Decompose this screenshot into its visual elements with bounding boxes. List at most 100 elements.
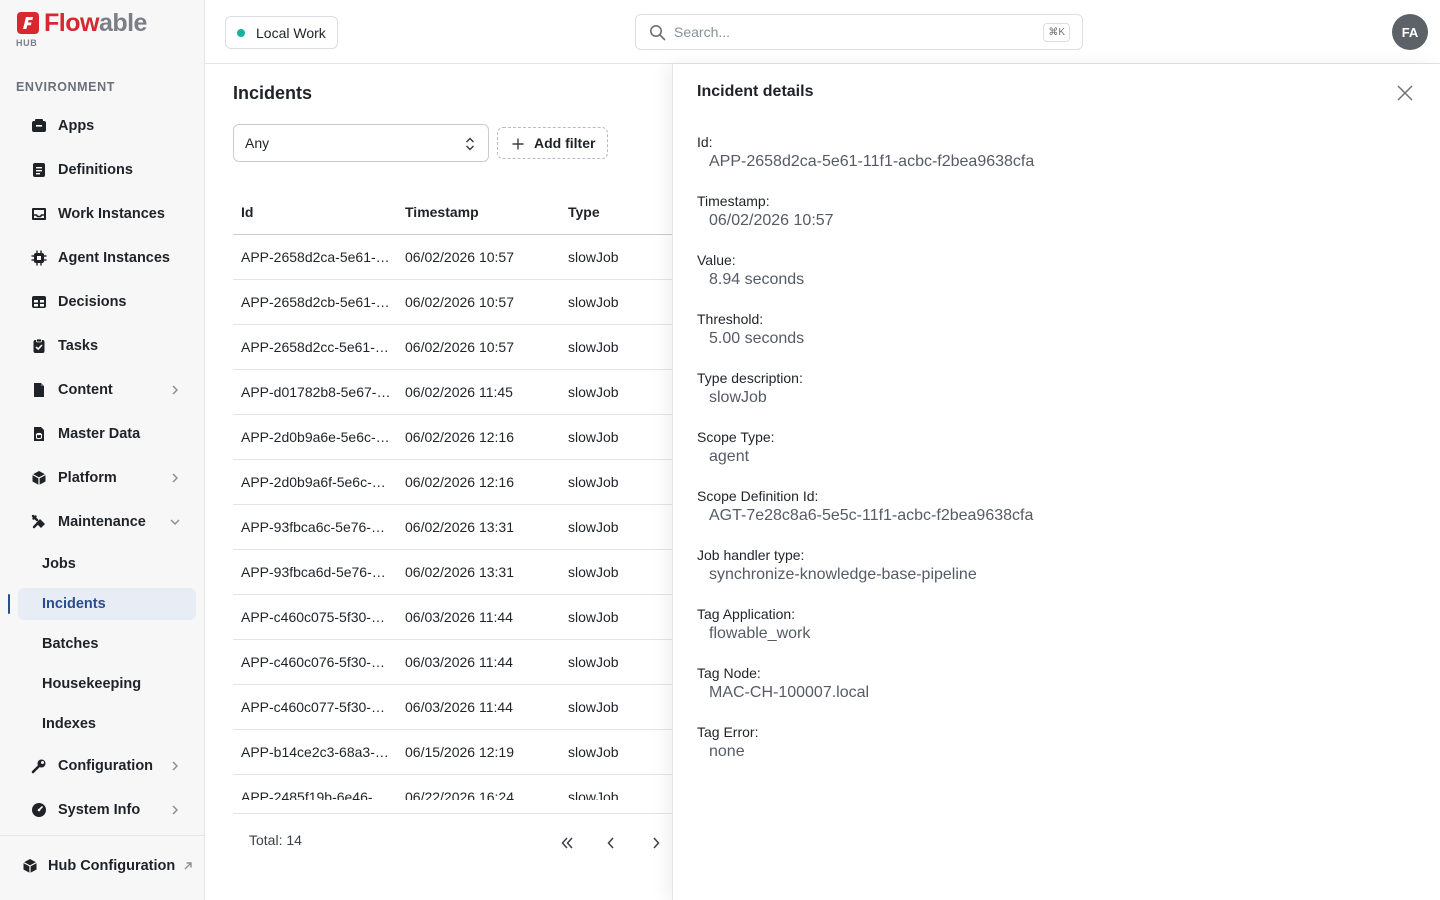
add-filter-button[interactable]: Add filter — [497, 127, 608, 159]
hub-configuration-link[interactable]: Hub Configuration — [22, 858, 192, 874]
table-row[interactable]: APP-2658d2cb-5e61-11f1-acbc-f2bea9638cfa… — [233, 280, 673, 325]
cell-timestamp: 06/02/2026 13:31 — [405, 519, 514, 535]
field-label: Id: — [697, 134, 713, 150]
wrench-icon — [31, 758, 47, 774]
table-row[interactable]: APP-2658d2ca-5e61-11f1-acbc-f2bea9638cfa… — [233, 235, 673, 280]
environment-selector[interactable]: Local Work — [225, 16, 338, 49]
sidebar-item-master-data[interactable]: Master Data — [18, 418, 196, 450]
pagination: Total: 14 — [233, 813, 673, 900]
brand-subtitle: HUB — [16, 38, 38, 48]
sidebar-item-apps[interactable]: Apps — [18, 110, 196, 142]
global-search[interactable]: ⌘K — [635, 14, 1083, 50]
sidebar-item-platform[interactable]: Platform — [18, 462, 196, 494]
cell-timestamp: 06/03/2026 11:44 — [405, 699, 513, 715]
cell-id: APP-d01782b8-5e67-11f1-acbc-f2bea9638cfa — [241, 384, 391, 400]
table-grid-icon — [31, 294, 47, 310]
field-label: Value: — [697, 252, 736, 268]
sidebar-subitem-incidents[interactable]: Incidents — [18, 588, 196, 620]
cell-type: slowJob — [568, 294, 619, 310]
cell-timestamp: 06/15/2026 12:19 — [405, 744, 514, 760]
cell-id: APP-2d0b9a6e-5e6c-11f1-acbc-f2bea9638cfa — [241, 429, 391, 445]
table-row[interactable]: APP-2d0b9a6f-5e6c-11f1-acbc-f2bea9638cfa… — [233, 460, 673, 505]
table-row[interactable]: APP-2d0b9a6e-5e6c-11f1-acbc-f2bea9638cfa… — [233, 415, 673, 460]
previous-page-icon[interactable] — [602, 834, 620, 852]
sidebar-item-tasks[interactable]: Tasks — [18, 330, 196, 362]
column-header-timestamp[interactable]: Timestamp — [405, 204, 555, 220]
field-value: agent — [709, 448, 750, 465]
sidebar-item-maintenance[interactable]: Maintenance — [18, 506, 196, 538]
field-label: Type description: — [697, 370, 803, 386]
cell-timestamp: 06/02/2026 11:45 — [405, 384, 513, 400]
sidebar-subitem-indexes[interactable]: Indexes — [18, 708, 196, 740]
next-page-icon[interactable] — [647, 834, 665, 852]
incident-details-panel: Incident details Id: APP-2658d2ca-5e61-1… — [672, 64, 1440, 900]
cell-timestamp: 06/02/2026 10:57 — [405, 249, 514, 265]
sidebar-item-decisions[interactable]: Decisions — [18, 286, 196, 318]
detail-field-job-handler-type: Job handler type: synchronize-knowledge-… — [697, 547, 1397, 584]
sidebar-item-definitions[interactable]: Definitions — [18, 154, 196, 186]
tools-icon — [31, 514, 47, 530]
table-row[interactable]: APP-d01782b8-5e67-11f1-acbc-f2bea9638cfa… — [233, 370, 673, 415]
sidebar-item-label: Content — [58, 382, 113, 398]
table-row[interactable]: APP-b14ce2c3-68a3-11f1-acbc-f2bea9638cfa… — [233, 730, 673, 775]
sidebar-item-system-info[interactable]: System Info — [18, 794, 196, 826]
field-value: 5.00 seconds — [709, 330, 805, 347]
sidebar-subitem-housekeeping[interactable]: Housekeeping — [18, 668, 196, 700]
environment-status-dot — [237, 29, 245, 37]
detail-field-tag-node: Tag Node: MAC-CH-100007.local — [697, 665, 1397, 702]
chip-icon — [31, 250, 47, 266]
chevron-down-icon — [170, 519, 180, 526]
detail-field-scope-definition-id: Scope Definition Id: AGT-7e28c8a6-5e5c-1… — [697, 488, 1397, 525]
sidebar-item-work-instances[interactable]: Work Instances — [18, 198, 196, 230]
search-icon — [650, 25, 666, 41]
cell-id: APP-c460c077-5f30-11f1-acbc-f2bea9638cfa — [241, 699, 391, 715]
cell-type: slowJob — [568, 519, 619, 535]
field-label: Threshold: — [697, 311, 764, 327]
table-row[interactable]: APP-93fbca6c-5e76-11f1-acbc-f2bea9638cfa… — [233, 505, 673, 550]
table-row[interactable]: APP-93fbca6d-5e76-11f1-acbc-f2bea9638cfa… — [233, 550, 673, 595]
sidebar-item-configuration[interactable]: Configuration — [18, 750, 196, 782]
detail-field-tag-application: Tag Application: flowable_work — [697, 606, 1397, 643]
close-icon[interactable] — [1396, 84, 1414, 102]
column-header-id[interactable]: Id — [241, 204, 391, 220]
cube-icon — [31, 470, 47, 486]
select-updown-icon — [465, 137, 475, 151]
field-value: slowJob — [709, 389, 767, 406]
table-row[interactable]: APP-2658d2cc-5e61-11f1-acbc-f2bea9638cfa… — [233, 325, 673, 370]
sidebar-item-content[interactable]: Content — [18, 374, 196, 406]
column-header-type[interactable]: Type — [568, 204, 668, 220]
table-row[interactable]: APP-c460c075-5f30-11f1-acbc-f2bea9638cfa… — [233, 595, 673, 640]
cell-type: slowJob — [568, 339, 619, 355]
sidebar-subitem-batches[interactable]: Batches — [18, 628, 196, 660]
sidebar-subitem-jobs[interactable]: Jobs — [18, 548, 196, 580]
page-title: Incidents — [233, 83, 313, 103]
field-value: synchronize-knowledge-base-pipeline — [709, 566, 977, 583]
field-value: 8.94 seconds — [709, 271, 805, 288]
field-value: flowable_work — [709, 625, 811, 642]
environment-section-label: ENVIRONMENT — [16, 80, 115, 94]
table-row[interactable]: APP-c460c076-5f30-11f1-acbc-f2bea9638cfa… — [233, 640, 673, 685]
cell-id: APP-2658d2cc-5e61-11f1-acbc-f2bea9638cfa — [241, 339, 391, 355]
sidebar-item-label: Decisions — [58, 294, 127, 310]
table-row[interactable]: APP-2485f19b-6e46-11f1-acbc-f2bea9638cfa… — [233, 775, 673, 800]
table-row[interactable]: APP-c460c077-5f30-11f1-acbc-f2bea9638cfa… — [233, 685, 673, 730]
field-label: Tag Error: — [697, 724, 759, 740]
incident-filter-select[interactable]: Any — [233, 124, 489, 162]
cell-id: APP-c460c075-5f30-11f1-acbc-f2bea9638cfa — [241, 609, 391, 625]
cell-id: APP-2658d2cb-5e61-11f1-acbc-f2bea9638cfa — [241, 294, 391, 310]
sidebar-item-agent-instances[interactable]: Agent Instances — [18, 242, 196, 274]
chevron-right-icon — [172, 805, 179, 815]
search-input[interactable] — [674, 22, 1034, 42]
flowable-logo[interactable]: Flowable — [16, 11, 147, 36]
inbox-icon — [31, 206, 47, 222]
gauge-icon — [31, 802, 47, 818]
sidebar-footer: Hub Configuration — [0, 835, 205, 900]
cube-icon — [22, 858, 38, 874]
table-header: Id Timestamp Type — [233, 190, 673, 235]
user-avatar[interactable]: FA — [1392, 14, 1428, 50]
field-label: Tag Application: — [697, 606, 796, 622]
environment-name: Local Work — [256, 24, 326, 41]
external-link-icon — [184, 862, 192, 870]
cell-id: APP-93fbca6d-5e76-11f1-acbc-f2bea9638cfa — [241, 564, 391, 580]
first-page-icon[interactable] — [558, 834, 576, 852]
